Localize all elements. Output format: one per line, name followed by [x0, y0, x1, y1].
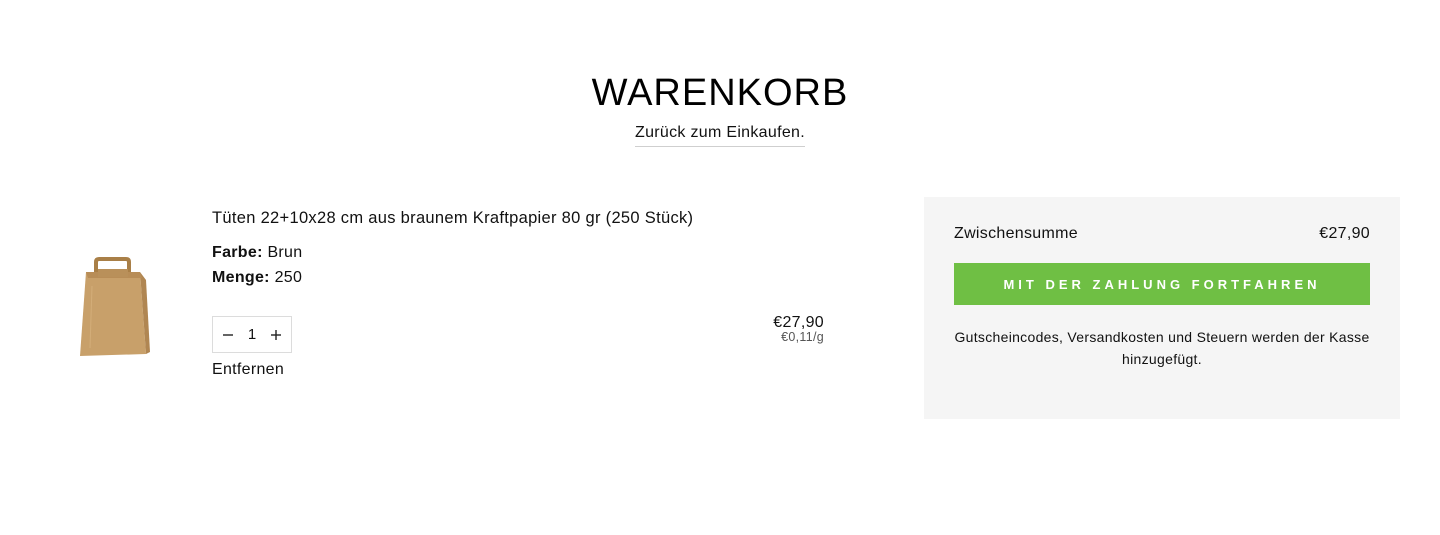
quantity-input[interactable]: 1 — [242, 326, 262, 343]
color-label: Farbe: — [212, 244, 263, 261]
product-image[interactable] — [72, 256, 156, 362]
kraft-paper-bag-icon — [80, 257, 150, 356]
subtotal-label: Zwischensumme — [954, 225, 1078, 242]
plus-icon — [271, 329, 281, 340]
color-value: Brun — [267, 244, 303, 261]
package-size-label: Menge: — [212, 269, 270, 286]
item-unit-price: €0,11/g — [781, 330, 824, 344]
package-size-value: 250 — [274, 269, 303, 286]
item-package-size: Menge: 250 — [212, 269, 302, 287]
minus-icon — [223, 333, 233, 336]
item-color: Farbe: Brun — [212, 244, 302, 262]
page-title: WARENKORB — [591, 72, 849, 114]
continue-shopping-link[interactable]: Zurück zum Einkaufen. — [635, 124, 805, 147]
line-price: €27,90 €0,11/g — [773, 314, 824, 344]
decrease-quantity-button[interactable] — [217, 320, 239, 350]
cart-summary: Zwischensumme €27,90 MIT DER ZAHLUNG FOR… — [924, 197, 1400, 419]
quantity-stepper: 1 — [212, 316, 292, 353]
checkout-note: Gutscheincodes, Versandkosten und Steuer… — [954, 329, 1370, 367]
remove-item-link[interactable]: Entfernen — [212, 361, 284, 379]
increase-quantity-button[interactable] — [265, 320, 287, 350]
subtotal-value: €27,90 — [1319, 225, 1370, 242]
cart-item-title[interactable]: Tüten 22+10x28 cm aus braunem Kraftpapie… — [212, 209, 693, 228]
back-link-wrap: Zurück zum Einkaufen. — [0, 124, 1440, 147]
checkout-button[interactable]: MIT DER ZAHLUNG FORTFAHREN — [954, 263, 1370, 305]
